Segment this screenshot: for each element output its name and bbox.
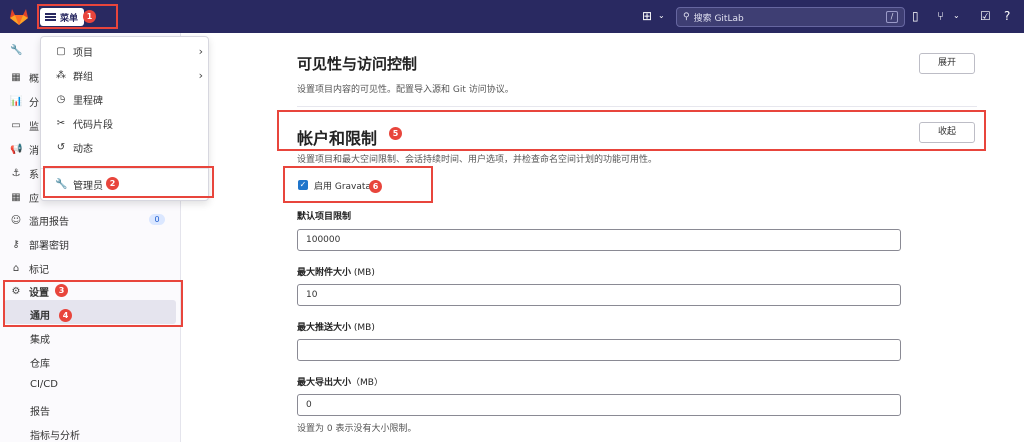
size-limit-help-text: 设置为 0 表示没有大小限制。 xyxy=(297,424,417,434)
dropdown-item-label: 里程碑 xyxy=(73,95,103,107)
project-icon: ▢ xyxy=(56,45,66,57)
sidebar-sub-reporting[interactable]: 报告 xyxy=(30,403,50,418)
chevron-right-icon: › xyxy=(198,68,203,82)
sidebar-item-label: 分 xyxy=(29,97,39,109)
sidebar-item-label: 应 xyxy=(29,193,39,205)
key-icon: ⚷ xyxy=(12,238,20,250)
dropdown-item-projects[interactable]: ▢ 项目 › xyxy=(55,41,203,61)
dropdown-item-label: 动态 xyxy=(73,143,93,155)
tag-icon: ⌂ xyxy=(12,262,20,274)
clock-icon: ◷ xyxy=(56,93,66,105)
bullhorn-icon: 📢 xyxy=(10,143,23,155)
search-shortcut-key: / xyxy=(886,11,898,23)
dropdown-item-snippets[interactable]: ✂ 代码片段 xyxy=(55,113,203,133)
dropdown-item-label: 项目 xyxy=(73,47,93,59)
expand-button[interactable]: 展开 xyxy=(919,53,975,74)
max-export-size-input[interactable]: 0 xyxy=(297,394,901,416)
sidebar-sub-metrics[interactable]: 指标与分析 xyxy=(30,427,80,442)
sidebar-item-deploy-keys[interactable]: ⚷ 部署密钥 xyxy=(10,234,69,254)
sidebar-item-overview[interactable]: ▦ 概 xyxy=(10,67,39,87)
dropdown-item-label: 代码片段 xyxy=(73,119,113,131)
dropdown-item-label: 群组 xyxy=(73,71,93,83)
search-input[interactable]: ⚲ 搜索 GitLab / xyxy=(676,7,905,27)
sidebar-item-label: 消 xyxy=(29,145,39,157)
sidebar-item-abuse-reports[interactable]: ☺ 滥用报告 xyxy=(10,210,69,230)
sidebar-sub-integrations[interactable]: 集成 xyxy=(30,331,50,346)
annotation-number: 4 xyxy=(59,309,72,322)
todo-icon[interactable]: ☑ xyxy=(980,9,991,23)
grid-icon: ▦ xyxy=(11,71,21,83)
sidebar-item-label: 监 xyxy=(29,121,39,133)
chevron-right-icon: › xyxy=(198,44,203,58)
help-icon[interactable]: ? xyxy=(1004,9,1010,23)
group-icon: ⁂ xyxy=(56,69,66,81)
anchor-icon: ⚓ xyxy=(11,167,21,179)
merge-request-chevron-icon[interactable]: ⌄ xyxy=(953,9,960,23)
sidebar-sub-cicd[interactable]: CI/CD xyxy=(30,379,58,390)
scissors-icon: ✂ xyxy=(56,117,66,129)
annotation-box-account-section xyxy=(277,110,986,151)
field-label-max-attachment-size: 最大附件大小 (MB) xyxy=(297,268,375,278)
gitlab-logo-icon[interactable] xyxy=(9,7,29,26)
issues-icon[interactable]: ▯ xyxy=(912,9,919,23)
merge-request-icon[interactable]: ⑂ xyxy=(937,9,944,23)
annotation-box-gravatar xyxy=(283,166,433,203)
chevron-down-icon[interactable]: ⌄ xyxy=(658,9,665,23)
annotation-number: 3 xyxy=(55,284,68,297)
wrench-icon: 🔧 xyxy=(10,44,23,56)
sidebar-item-system-hooks[interactable]: ⚓ 系 xyxy=(10,163,39,183)
sidebar-item-label: 标记 xyxy=(29,264,49,276)
field-label-max-push-size: 最大推送大小 (MB) xyxy=(297,323,375,333)
monitor-icon: ▭ xyxy=(11,119,21,131)
visibility-section-description: 设置项目内容的可见性。配置导入源和 Git 访问协议。 xyxy=(297,85,514,95)
dropdown-item-milestones[interactable]: ◷ 里程碑 xyxy=(55,89,203,109)
sidebar-item-label: 系 xyxy=(29,169,39,181)
dropdown-item-groups[interactable]: ⁂ 群组 › xyxy=(55,65,203,85)
dropdown-item-activity[interactable]: ↺ 动态 xyxy=(55,137,203,157)
annotation-number: 6 xyxy=(369,180,382,193)
sidebar-item-applications[interactable]: ▦ 应 xyxy=(10,187,39,207)
search-icon: ⚲ xyxy=(683,12,690,22)
annotation-number: 1 xyxy=(83,10,96,23)
visibility-section-title: 可见性与访问控制 xyxy=(297,55,418,73)
sidebar-item-monitoring[interactable]: ▭ 监 xyxy=(10,115,39,135)
annotation-number: 5 xyxy=(389,127,402,140)
apps-icon: ▦ xyxy=(11,191,21,203)
sidebar-item-labels[interactable]: ⌂ 标记 xyxy=(10,258,49,278)
sidebar-item-label: 滥用报告 xyxy=(29,216,69,228)
annotation-box-admin xyxy=(43,166,214,198)
new-item-icon[interactable]: ⊞ xyxy=(642,9,652,23)
sidebar-item-messages[interactable]: 📢 消 xyxy=(10,139,39,159)
top-bar: 菜单 ⊞ ⌄ ⚲ 搜索 GitLab / ▯ ⑂ ⌄ ☑ ? xyxy=(0,0,1024,33)
history-icon: ↺ xyxy=(56,141,66,153)
abuse-count-badge: 0 xyxy=(149,214,165,225)
field-label-max-export-size: 最大导出大小（MB） xyxy=(297,378,383,388)
field-label-default-project-limit: 默认项目限制 xyxy=(297,212,352,222)
account-section-description: 设置项目和最大空间限制、会话持续时间、用户选项，并检查命名空间计划的功能可用性。 xyxy=(297,155,658,165)
section-divider xyxy=(297,106,977,107)
sidebar-item-admin-header[interactable]: 🔧 xyxy=(10,40,22,60)
sidebar-item-label: 概 xyxy=(29,73,39,85)
annotation-number: 2 xyxy=(106,177,119,190)
annotation-box-menu xyxy=(37,4,118,29)
search-placeholder: 搜索 GitLab xyxy=(693,13,744,24)
default-project-limit-input[interactable]: 100000 xyxy=(297,229,901,251)
chart-icon: 📊 xyxy=(10,95,23,107)
annotation-box-settings xyxy=(3,280,183,327)
sidebar-sub-repository[interactable]: 仓库 xyxy=(30,355,50,370)
max-attachment-size-input[interactable]: 10 xyxy=(297,284,901,306)
emoji-icon: ☺ xyxy=(10,214,22,226)
max-push-size-input[interactable] xyxy=(297,339,901,361)
sidebar-item-analytics[interactable]: 📊 分 xyxy=(10,91,39,111)
sidebar-item-label: 部署密钥 xyxy=(29,240,69,252)
